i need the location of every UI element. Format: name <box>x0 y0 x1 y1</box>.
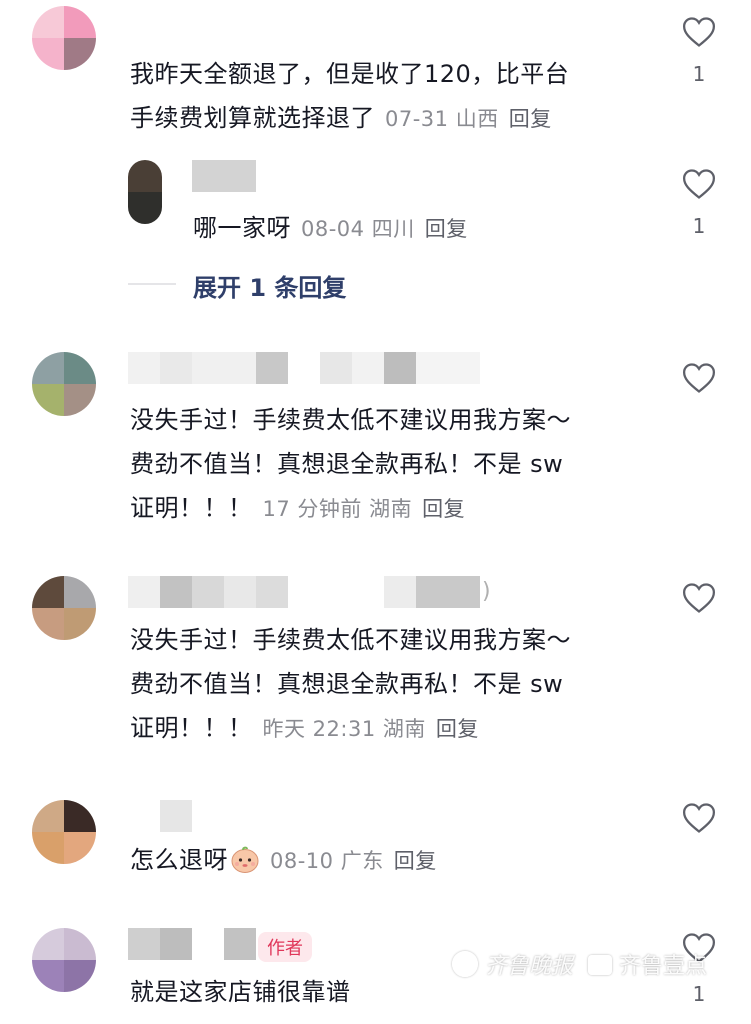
watermark: 齐鲁晚报 齐鲁壹点 <box>452 948 707 980</box>
comment-meta: 08-04 四川 <box>301 217 415 241</box>
comment-line: 费劲不值当！真想退全款再私！不是 sw <box>130 670 564 698</box>
comment-line: 怎么退呀 08-10 广东 回复 <box>130 844 437 874</box>
comment-line: 就是这家店铺很靠谱 <box>130 978 351 1006</box>
comment-text: 没失手过！手续费太低不建议用我方案～ 费劲不值当！真想退全款再私！不是 sw 证… <box>130 618 571 751</box>
comment-line: 我昨天全额退了，但是收了120，比平台 <box>130 60 570 88</box>
comment-meta: 07-31 山西 <box>385 107 499 131</box>
reply-button[interactable]: 回复 <box>394 849 437 873</box>
watermark-logo-icon <box>452 951 478 977</box>
like-heart-icon[interactable] <box>682 582 716 614</box>
comment-text: 没失手过！手续费太低不建议用我方案～ 费劲不值当！真想退全款再私！不是 sw 证… <box>130 398 571 531</box>
like-count: 1 <box>692 62 706 86</box>
expand-divider <box>128 283 176 285</box>
reply-button[interactable]: 回复 <box>422 497 465 521</box>
reply-button[interactable]: 回复 <box>436 717 479 741</box>
comment-meta: 17 分钟前 湖南 <box>262 497 413 521</box>
watermark-app-icon <box>588 955 613 975</box>
username-blurred[interactable] <box>192 160 256 192</box>
like-count: 1 <box>692 982 706 1006</box>
comment-line: 没失手过！手续费太低不建议用我方案～ <box>130 406 571 434</box>
username-blurred[interactable] <box>128 352 480 384</box>
watermark-paper: 齐鲁晚报 <box>485 954 574 979</box>
reply-button[interactable]: 回复 <box>425 217 468 241</box>
username-blurred[interactable] <box>128 928 256 960</box>
comment-line: 没失手过！手续费太低不建议用我方案～ <box>130 626 571 654</box>
like-count: 1 <box>692 214 706 238</box>
comment-meta: 昨天 22:31 湖南 <box>262 717 426 741</box>
like-heart-icon[interactable] <box>682 362 716 394</box>
comment-text: 怎么退呀 08-10 广东 回复 <box>130 838 437 883</box>
avatar[interactable] <box>32 928 96 992</box>
like-heart-icon[interactable] <box>682 168 716 200</box>
watermark-app: 齐鲁壹点 <box>619 954 708 979</box>
reply-button[interactable]: 回复 <box>509 107 552 131</box>
comment-text: 我昨天全额退了，但是收了120，比平台 手续费划算就选择退了 07-31 山西 回复 <box>130 52 569 141</box>
avatar[interactable] <box>32 6 96 70</box>
username-suffix: ) <box>482 579 491 604</box>
comment-line: 费劲不值当！真想退全款再私！不是 sw <box>130 450 564 478</box>
avatar[interactable] <box>128 160 162 224</box>
comment-line: 手续费划算就选择退了 07-31 山西 回复 <box>130 104 552 132</box>
comment-text: 就是这家店铺很靠谱 <box>130 970 351 1014</box>
comment-line: 证明！！！ 昨天 22:31 湖南 回复 <box>130 714 479 742</box>
username-blurred[interactable] <box>128 576 480 608</box>
like-heart-icon[interactable] <box>682 16 716 48</box>
username-blurred[interactable] <box>160 800 192 832</box>
avatar[interactable] <box>32 352 96 416</box>
baby-face-emoji-icon <box>230 844 260 874</box>
comment-line: 哪一家呀 08-04 四川 回复 <box>193 214 468 242</box>
avatar[interactable] <box>32 800 96 864</box>
author-tag: 作者 <box>258 932 312 962</box>
comment-text: 哪一家呀 08-04 四川 回复 <box>193 206 468 251</box>
like-heart-icon[interactable] <box>682 802 716 834</box>
comment-meta: 08-10 广东 <box>270 849 384 873</box>
comment-line: 证明！！！ 17 分钟前 湖南 回复 <box>130 494 466 522</box>
avatar[interactable] <box>32 576 96 640</box>
expand-replies-button[interactable]: 展开 1 条回复 <box>193 268 346 303</box>
